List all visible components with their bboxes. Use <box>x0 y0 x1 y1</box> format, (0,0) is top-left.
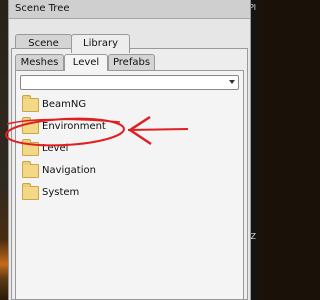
folder-label: Environment <box>42 121 106 132</box>
subtab-level[interactable]: Level <box>64 54 108 71</box>
folder-label: Level <box>42 143 69 154</box>
folder-label: Navigation <box>42 165 96 176</box>
library-tab-content: Meshes Level Prefabs BeamNG Environment <box>11 48 248 300</box>
viewport-background-left <box>0 0 8 300</box>
list-item-navigation[interactable]: Navigation <box>20 161 239 185</box>
path-dropdown[interactable] <box>20 75 239 90</box>
panel-title[interactable]: Scene Tree <box>9 0 250 19</box>
subtab-meshes[interactable]: Meshes <box>15 54 64 70</box>
viewport-edge-text-middle: Z <box>250 232 256 241</box>
list-item-level[interactable]: Level <box>20 139 239 163</box>
list-item-system[interactable]: System <box>20 183 239 207</box>
folder-icon <box>22 161 39 178</box>
folder-list: BeamNG Environment Level Navigation Syst… <box>20 95 239 207</box>
folder-label: System <box>42 187 80 198</box>
folder-label: BeamNG <box>42 99 87 110</box>
level-browser: BeamNG Environment Level Navigation Syst… <box>15 70 244 299</box>
list-item-beamng[interactable]: BeamNG <box>20 95 239 119</box>
subtab-prefabs[interactable]: Prefabs <box>108 54 155 70</box>
list-item-environment[interactable]: Environment <box>20 117 239 141</box>
tab-library[interactable]: Library <box>71 34 130 53</box>
folder-icon <box>22 95 39 112</box>
folder-icon <box>22 117 39 134</box>
chevron-down-icon[interactable] <box>229 80 235 84</box>
sub-tab-bar: Meshes Level Prefabs <box>15 54 247 71</box>
folder-icon <box>22 183 39 200</box>
folder-icon <box>22 139 39 156</box>
scene-tree-panel: Scene Tree Scene Library Meshes Level Pr… <box>8 0 251 300</box>
